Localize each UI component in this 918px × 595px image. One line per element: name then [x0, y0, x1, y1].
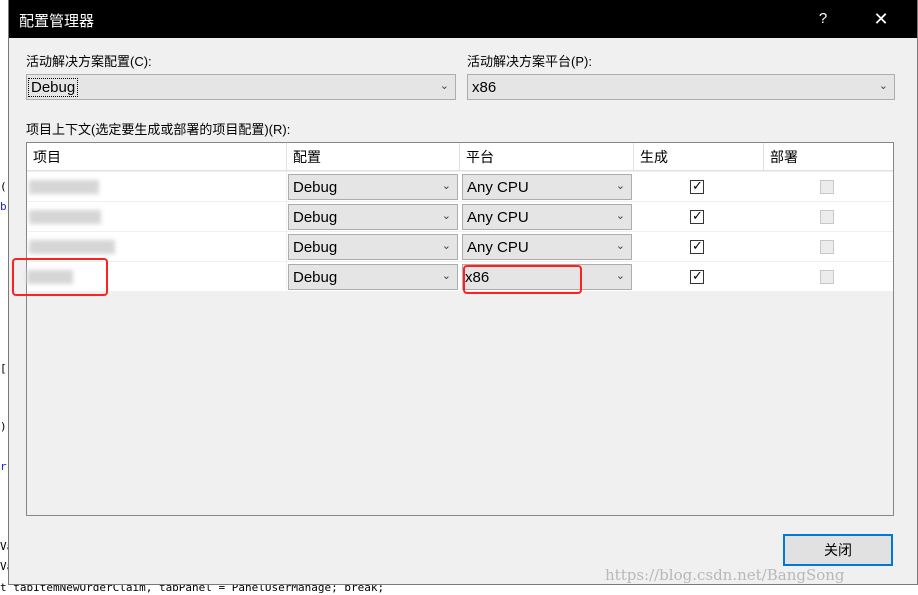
bg-code-fragment: ): [0, 420, 7, 433]
annotation-highlight-project: [12, 258, 108, 296]
row-platform-value: Any CPU: [467, 239, 529, 256]
annotation-highlight-platform: [463, 265, 582, 294]
row-platform-dropdown[interactable]: Any CPU ⌄: [462, 234, 632, 260]
project-context-label: 项目上下文(选定要生成或部署的项目配置)(R):: [26, 122, 291, 137]
chevron-down-icon: ⌄: [615, 240, 625, 252]
column-header-config[interactable]: 配置: [287, 143, 460, 171]
checkmark-icon: ✓: [692, 208, 703, 223]
active-platform-label: 活动解决方案平台(P):: [467, 54, 592, 69]
active-platform-value: x86: [472, 79, 497, 96]
table-row[interactable]: Debug ⌄ x86 ⌄ ✓: [27, 262, 893, 292]
deploy-checkbox: [820, 180, 834, 194]
build-checkbox[interactable]: ✓: [690, 208, 704, 224]
checkmark-icon: ✓: [692, 178, 703, 193]
table-row[interactable]: Debug ⌄ Any CPU ⌄ ✓: [27, 232, 893, 262]
table-row[interactable]: Debug ⌄ Any CPU ⌄ ✓: [27, 202, 893, 232]
build-checkbox[interactable]: ✓: [690, 268, 704, 284]
checkmark-icon: ✓: [692, 268, 703, 283]
redacted-project-name: [29, 210, 101, 224]
deploy-checkbox: [820, 240, 834, 254]
chevron-down-icon: ⌄: [441, 270, 451, 282]
title-bar: 配置管理器 ? ✕: [9, 0, 917, 38]
row-config-dropdown[interactable]: Debug ⌄: [288, 264, 458, 290]
column-header-platform[interactable]: 平台: [460, 143, 634, 171]
redacted-project-name: [29, 180, 99, 194]
chevron-down-icon: ⌄: [441, 180, 451, 192]
project-name-cell: [27, 202, 287, 232]
project-name-cell: [27, 172, 287, 202]
row-config-value: Debug: [293, 179, 338, 196]
column-header-project[interactable]: 项目: [27, 143, 287, 171]
chevron-down-icon: ⌄: [441, 240, 451, 252]
dialog-title: 配置管理器: [19, 13, 95, 30]
close-button[interactable]: 关闭: [783, 534, 893, 566]
chevron-down-icon: ⌄: [441, 210, 451, 222]
chevron-down-icon: ⌄: [615, 270, 625, 282]
redacted-project-name: [29, 240, 115, 254]
row-platform-dropdown[interactable]: Any CPU ⌄: [462, 204, 632, 230]
close-icon[interactable]: ✕: [859, 0, 903, 38]
bg-code-fragment: b: [0, 200, 7, 213]
help-button[interactable]: ?: [801, 0, 845, 38]
active-config-label: 活动解决方案配置(C):: [26, 54, 152, 69]
row-config-value: Debug: [293, 239, 338, 256]
row-config-dropdown[interactable]: Debug ⌄: [288, 174, 458, 200]
row-platform-dropdown[interactable]: Any CPU ⌄: [462, 174, 632, 200]
deploy-checkbox: [820, 210, 834, 224]
checkmark-icon: ✓: [692, 238, 703, 253]
active-platform-dropdown[interactable]: x86 ⌄: [467, 74, 895, 100]
chevron-down-icon: ⌄: [615, 180, 625, 192]
active-config-dropdown[interactable]: Debug ⌄: [26, 74, 456, 100]
build-checkbox[interactable]: ✓: [690, 178, 704, 194]
chevron-down-icon: ⌄: [439, 80, 449, 92]
chevron-down-icon: ⌄: [878, 80, 888, 92]
bg-code-fragment: r: [0, 460, 7, 473]
chevron-down-icon: ⌄: [615, 210, 625, 222]
row-config-value: Debug: [293, 269, 338, 286]
row-config-dropdown[interactable]: Debug ⌄: [288, 234, 458, 260]
table-row[interactable]: Debug ⌄ Any CPU ⌄ ✓: [27, 172, 893, 202]
watermark: https://blog.csdn.net/BangSong: [605, 566, 845, 584]
grid-header: 项目 配置 平台 生成 部署: [27, 143, 893, 171]
column-header-deploy[interactable]: 部署: [764, 143, 893, 171]
row-platform-value: Any CPU: [467, 209, 529, 226]
row-config-dropdown[interactable]: Debug ⌄: [288, 204, 458, 230]
deploy-checkbox: [820, 270, 834, 284]
build-checkbox[interactable]: ✓: [690, 238, 704, 254]
project-grid: 项目 配置 平台 生成 部署 Debug ⌄ Any CPU ⌄ ✓ Debug…: [26, 142, 894, 516]
active-config-value: Debug: [27, 78, 79, 97]
row-config-value: Debug: [293, 209, 338, 226]
row-platform-value: Any CPU: [467, 179, 529, 196]
column-header-build[interactable]: 生成: [634, 143, 764, 171]
